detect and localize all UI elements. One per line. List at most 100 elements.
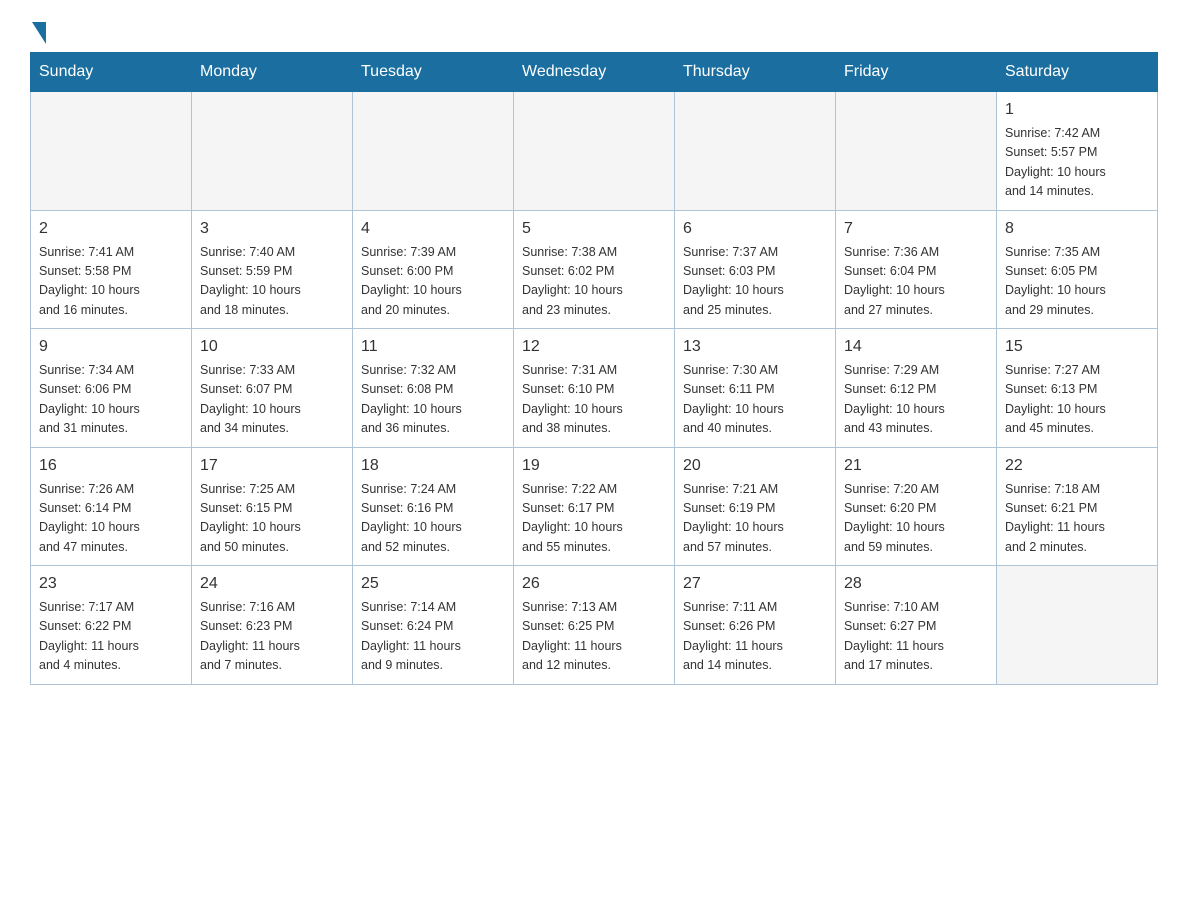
day-number: 16 [39,454,183,478]
day-info: Sunrise: 7:18 AM Sunset: 6:21 PM Dayligh… [1005,480,1149,558]
weekday-header-thursday: Thursday [675,53,836,92]
calendar-cell [997,566,1158,685]
day-number: 23 [39,572,183,596]
calendar-cell: 9Sunrise: 7:34 AM Sunset: 6:06 PM Daylig… [31,329,192,448]
day-number: 28 [844,572,988,596]
day-number: 25 [361,572,505,596]
day-number: 24 [200,572,344,596]
day-info: Sunrise: 7:32 AM Sunset: 6:08 PM Dayligh… [361,361,505,439]
week-row-2: 2Sunrise: 7:41 AM Sunset: 5:58 PM Daylig… [31,210,1158,329]
day-info: Sunrise: 7:13 AM Sunset: 6:25 PM Dayligh… [522,598,666,676]
calendar-cell [836,92,997,211]
calendar-cell: 14Sunrise: 7:29 AM Sunset: 6:12 PM Dayli… [836,329,997,448]
calendar-cell: 3Sunrise: 7:40 AM Sunset: 5:59 PM Daylig… [192,210,353,329]
day-info: Sunrise: 7:30 AM Sunset: 6:11 PM Dayligh… [683,361,827,439]
day-number: 4 [361,217,505,241]
day-info: Sunrise: 7:39 AM Sunset: 6:00 PM Dayligh… [361,243,505,321]
day-number: 13 [683,335,827,359]
logo-top [30,20,46,44]
calendar-cell: 27Sunrise: 7:11 AM Sunset: 6:26 PM Dayli… [675,566,836,685]
day-number: 15 [1005,335,1149,359]
page: SundayMondayTuesdayWednesdayThursdayFrid… [0,0,1188,705]
day-info: Sunrise: 7:42 AM Sunset: 5:57 PM Dayligh… [1005,124,1149,202]
calendar-cell: 5Sunrise: 7:38 AM Sunset: 6:02 PM Daylig… [514,210,675,329]
day-info: Sunrise: 7:27 AM Sunset: 6:13 PM Dayligh… [1005,361,1149,439]
day-info: Sunrise: 7:14 AM Sunset: 6:24 PM Dayligh… [361,598,505,676]
day-number: 12 [522,335,666,359]
weekday-header-tuesday: Tuesday [353,53,514,92]
calendar-cell: 28Sunrise: 7:10 AM Sunset: 6:27 PM Dayli… [836,566,997,685]
calendar-cell: 16Sunrise: 7:26 AM Sunset: 6:14 PM Dayli… [31,447,192,566]
day-number: 6 [683,217,827,241]
day-number: 21 [844,454,988,478]
day-number: 17 [200,454,344,478]
day-number: 27 [683,572,827,596]
calendar-cell: 12Sunrise: 7:31 AM Sunset: 6:10 PM Dayli… [514,329,675,448]
day-number: 20 [683,454,827,478]
day-info: Sunrise: 7:26 AM Sunset: 6:14 PM Dayligh… [39,480,183,558]
day-info: Sunrise: 7:11 AM Sunset: 6:26 PM Dayligh… [683,598,827,676]
day-number: 8 [1005,217,1149,241]
calendar-cell [192,92,353,211]
day-info: Sunrise: 7:25 AM Sunset: 6:15 PM Dayligh… [200,480,344,558]
calendar-cell: 2Sunrise: 7:41 AM Sunset: 5:58 PM Daylig… [31,210,192,329]
calendar-cell: 11Sunrise: 7:32 AM Sunset: 6:08 PM Dayli… [353,329,514,448]
calendar-cell: 15Sunrise: 7:27 AM Sunset: 6:13 PM Dayli… [997,329,1158,448]
day-number: 18 [361,454,505,478]
calendar-cell: 13Sunrise: 7:30 AM Sunset: 6:11 PM Dayli… [675,329,836,448]
calendar-cell [353,92,514,211]
day-info: Sunrise: 7:16 AM Sunset: 6:23 PM Dayligh… [200,598,344,676]
day-info: Sunrise: 7:21 AM Sunset: 6:19 PM Dayligh… [683,480,827,558]
day-number: 22 [1005,454,1149,478]
day-info: Sunrise: 7:10 AM Sunset: 6:27 PM Dayligh… [844,598,988,676]
day-number: 2 [39,217,183,241]
day-info: Sunrise: 7:36 AM Sunset: 6:04 PM Dayligh… [844,243,988,321]
calendar-cell [31,92,192,211]
day-number: 9 [39,335,183,359]
day-number: 14 [844,335,988,359]
weekday-header-row: SundayMondayTuesdayWednesdayThursdayFrid… [31,53,1158,92]
day-info: Sunrise: 7:41 AM Sunset: 5:58 PM Dayligh… [39,243,183,321]
week-row-1: 1Sunrise: 7:42 AM Sunset: 5:57 PM Daylig… [31,92,1158,211]
logo [30,20,46,42]
day-info: Sunrise: 7:35 AM Sunset: 6:05 PM Dayligh… [1005,243,1149,321]
day-number: 19 [522,454,666,478]
calendar-cell: 18Sunrise: 7:24 AM Sunset: 6:16 PM Dayli… [353,447,514,566]
calendar-cell: 25Sunrise: 7:14 AM Sunset: 6:24 PM Dayli… [353,566,514,685]
calendar-cell: 22Sunrise: 7:18 AM Sunset: 6:21 PM Dayli… [997,447,1158,566]
day-number: 3 [200,217,344,241]
calendar-cell: 7Sunrise: 7:36 AM Sunset: 6:04 PM Daylig… [836,210,997,329]
calendar-cell: 6Sunrise: 7:37 AM Sunset: 6:03 PM Daylig… [675,210,836,329]
weekday-header-wednesday: Wednesday [514,53,675,92]
calendar-cell: 24Sunrise: 7:16 AM Sunset: 6:23 PM Dayli… [192,566,353,685]
day-info: Sunrise: 7:37 AM Sunset: 6:03 PM Dayligh… [683,243,827,321]
day-number: 5 [522,217,666,241]
weekday-header-sunday: Sunday [31,53,192,92]
logo-arrow-icon [32,22,46,44]
weekday-header-saturday: Saturday [997,53,1158,92]
calendar-cell: 17Sunrise: 7:25 AM Sunset: 6:15 PM Dayli… [192,447,353,566]
calendar-cell: 4Sunrise: 7:39 AM Sunset: 6:00 PM Daylig… [353,210,514,329]
calendar-cell: 20Sunrise: 7:21 AM Sunset: 6:19 PM Dayli… [675,447,836,566]
day-info: Sunrise: 7:31 AM Sunset: 6:10 PM Dayligh… [522,361,666,439]
calendar-cell: 19Sunrise: 7:22 AM Sunset: 6:17 PM Dayli… [514,447,675,566]
calendar-cell: 23Sunrise: 7:17 AM Sunset: 6:22 PM Dayli… [31,566,192,685]
day-number: 26 [522,572,666,596]
day-info: Sunrise: 7:20 AM Sunset: 6:20 PM Dayligh… [844,480,988,558]
day-info: Sunrise: 7:34 AM Sunset: 6:06 PM Dayligh… [39,361,183,439]
day-info: Sunrise: 7:38 AM Sunset: 6:02 PM Dayligh… [522,243,666,321]
day-info: Sunrise: 7:33 AM Sunset: 6:07 PM Dayligh… [200,361,344,439]
header [30,20,1158,42]
day-info: Sunrise: 7:29 AM Sunset: 6:12 PM Dayligh… [844,361,988,439]
week-row-5: 23Sunrise: 7:17 AM Sunset: 6:22 PM Dayli… [31,566,1158,685]
day-number: 10 [200,335,344,359]
calendar-cell: 1Sunrise: 7:42 AM Sunset: 5:57 PM Daylig… [997,92,1158,211]
week-row-3: 9Sunrise: 7:34 AM Sunset: 6:06 PM Daylig… [31,329,1158,448]
day-number: 7 [844,217,988,241]
calendar-table: SundayMondayTuesdayWednesdayThursdayFrid… [30,52,1158,685]
weekday-header-friday: Friday [836,53,997,92]
calendar-cell: 21Sunrise: 7:20 AM Sunset: 6:20 PM Dayli… [836,447,997,566]
day-info: Sunrise: 7:17 AM Sunset: 6:22 PM Dayligh… [39,598,183,676]
day-info: Sunrise: 7:40 AM Sunset: 5:59 PM Dayligh… [200,243,344,321]
calendar-cell: 26Sunrise: 7:13 AM Sunset: 6:25 PM Dayli… [514,566,675,685]
